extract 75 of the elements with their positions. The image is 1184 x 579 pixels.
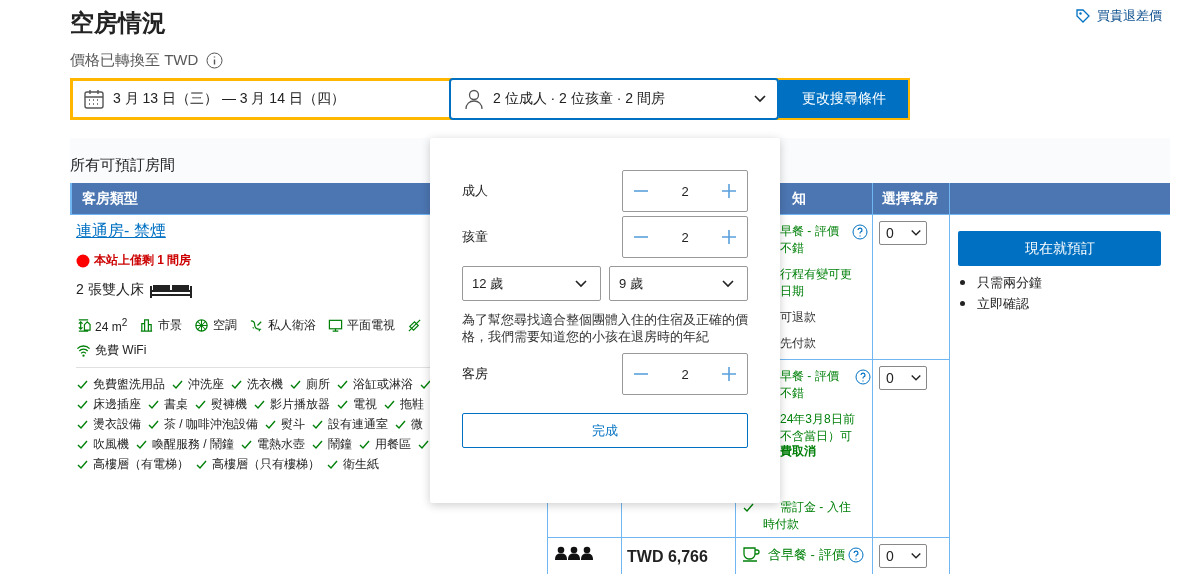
search-button[interactable]: 更改搜尋條件 — [779, 80, 908, 118]
age-note: 為了幫您尋找適合整個團體入住的住宿及正確的價格，我們需要知道您的小孩在退房時的年紀 — [462, 311, 748, 345]
condition-text: 先付款 — [780, 335, 816, 352]
facility-label: 空調 — [213, 317, 238, 334]
amenity-label: 熨斗 — [281, 416, 305, 433]
amenity-label: 影片播放器 — [270, 396, 330, 413]
room-count-select[interactable]: 0 — [879, 366, 927, 390]
facility-label: 免費 WiFi — [95, 342, 147, 359]
amenity-label: 高樓層（只有樓梯） — [212, 456, 320, 473]
condition-text: 含早餐 - 評價 — [768, 546, 845, 563]
condition-text: 費取消 — [780, 443, 816, 460]
amenity-label: 微 — [411, 416, 423, 433]
age-dropdown[interactable]: 9 歲 — [609, 266, 748, 301]
amenity-label: 設有連通室 — [328, 416, 388, 433]
amenity-label: 燙衣設備 — [93, 416, 141, 433]
amenity-label: 茶 / 咖啡沖泡設備 — [164, 416, 258, 433]
condition-text: 行程有變可更 — [780, 266, 852, 283]
condition-text: 早餐 - 評價 — [780, 368, 839, 385]
condition-text: 不錯 — [780, 385, 805, 402]
bullet-text: 立即確認 — [977, 295, 1029, 313]
condition-text: 24年3月8日前 — [780, 411, 855, 428]
amenity-label: 用餐區 — [375, 436, 411, 453]
facility-label: 市景 — [158, 317, 183, 334]
facility-label: 私人衛浴 — [268, 317, 317, 334]
facility-label: 24 m$^{2}$ — [95, 317, 128, 334]
count-value: 2 — [681, 366, 689, 382]
bed-text: 2 張雙人床 — [76, 281, 144, 299]
condition-text: 不錯 — [780, 240, 805, 257]
amenity-label: 喚醒服務 / 鬧鐘 — [152, 436, 234, 453]
price-note-text: 價格已轉換至 TWD — [70, 51, 199, 70]
condition-text: 不含當日）可 — [780, 428, 853, 445]
amenity-label: 高樓層（有電梯） — [93, 456, 189, 473]
field-label: 客房 — [462, 365, 488, 383]
condition-text: 時付款 — [763, 516, 800, 533]
amenity-label: 廁所 — [306, 376, 330, 393]
condition-text: 可退款 — [780, 309, 816, 326]
guest-field[interactable]: 2 位成人 · 2 位孩童 · 2 間房 — [449, 78, 779, 120]
bullet-text: 只需兩分鐘 — [977, 274, 1042, 292]
amenity-label: 書桌 — [164, 396, 188, 413]
room-count-select[interactable]: 0 — [879, 544, 927, 568]
condition-text: 日期 — [780, 283, 805, 300]
book-now-button[interactable]: 現在就預訂 — [958, 231, 1161, 266]
scarcity-text: 本站上僅剩 1 間房 — [94, 252, 192, 269]
room-count-select[interactable]: 0 — [879, 221, 927, 245]
amenity-label: 洗衣機 — [247, 376, 283, 393]
count-value: 2 — [681, 229, 689, 245]
amenity-label: 鬧鐘 — [328, 436, 352, 453]
section-title: 所有可預訂房間 — [70, 156, 175, 175]
price-match-link[interactable]: 買貴退差價 — [1075, 6, 1162, 26]
amenity-label: 衛生紙 — [343, 456, 379, 473]
amenity-label: 吹風機 — [93, 436, 129, 453]
count-value: 2 — [681, 183, 689, 199]
amenity-label: 電熱水壺 — [257, 436, 305, 453]
field-label: 成人 — [462, 182, 488, 200]
done-button[interactable]: 完成 — [462, 413, 748, 448]
amenity-label: 浴缸或淋浴 — [353, 376, 413, 393]
number-stepper[interactable]: 2 — [622, 353, 748, 395]
room-name-link[interactable]: 連通房- 禁煙 — [76, 221, 166, 242]
number-stepper[interactable]: 2 — [622, 216, 748, 258]
page-title: 空房情況 — [70, 8, 167, 38]
amenity-label: 拖鞋 — [400, 396, 424, 413]
amenity-label: 沖洗座 — [188, 376, 224, 393]
condition-text: 需訂金 - 入住 — [780, 499, 851, 516]
condition-text: 早餐 - 評價 — [780, 223, 839, 240]
amenity-label: 床邊插座 — [93, 396, 141, 413]
number-stepper[interactable]: 2 — [622, 170, 748, 212]
amenity-label: 熨褲機 — [211, 396, 247, 413]
date-field[interactable]: 3 月 13 日（三） — 3 月 14 日（四） — [73, 81, 449, 117]
age-dropdown[interactable]: 12 歲 — [462, 266, 601, 301]
facility-label: 平面電視 — [347, 317, 396, 334]
column-header: 選擇客房 — [873, 183, 950, 215]
price-text: TWD 6,766 — [626, 547, 709, 566]
amenity-label: 電視 — [353, 396, 377, 413]
field-label: 孩童 — [462, 228, 488, 246]
amenity-label: 免費盥洗用品 — [93, 376, 165, 393]
